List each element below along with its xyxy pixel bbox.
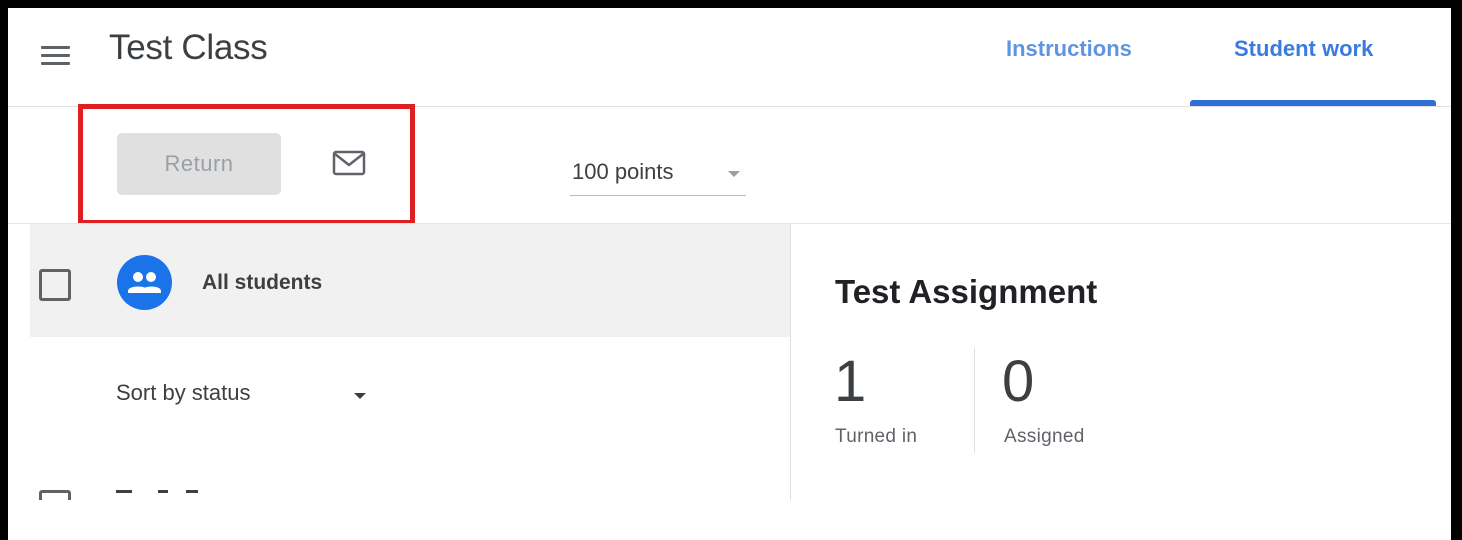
stat-divider xyxy=(974,348,975,453)
turned-in-count[interactable]: 1 xyxy=(834,348,866,415)
mail-icon xyxy=(332,150,366,176)
bottom-crop-edge xyxy=(8,500,1451,540)
header-divider xyxy=(8,106,1451,107)
all-students-row[interactable]: All students xyxy=(30,224,790,337)
hamburger-icon xyxy=(41,62,70,65)
classroom-window: Test Class Instructions Student work Ret… xyxy=(8,8,1451,540)
points-dropdown[interactable]: 100 points xyxy=(570,153,746,196)
tab-student-work[interactable]: Student work xyxy=(1234,36,1373,62)
hamburger-icon xyxy=(41,46,70,49)
email-students-button[interactable] xyxy=(328,147,372,181)
chevron-down-icon xyxy=(354,393,366,399)
top-app-bar: Test Class Instructions Student work xyxy=(8,8,1451,108)
class-title[interactable]: Test Class xyxy=(109,28,268,68)
points-value: 100 points xyxy=(572,159,674,184)
assigned-count[interactable]: 0 xyxy=(1002,348,1034,415)
sort-by-status-dropdown[interactable]: Sort by status xyxy=(116,368,376,408)
all-students-label: All students xyxy=(202,271,323,294)
return-button[interactable]: Return xyxy=(117,133,281,195)
hamburger-icon xyxy=(41,54,70,57)
dropdown-arrow-icon xyxy=(728,171,740,177)
assigned-label: Assigned xyxy=(1004,426,1085,447)
pane-divider xyxy=(790,224,791,504)
people-icon-glyph xyxy=(128,272,161,293)
tab-instructions[interactable]: Instructions xyxy=(1006,36,1132,62)
people-icon xyxy=(117,255,172,310)
all-students-checkbox[interactable] xyxy=(39,269,71,301)
main-menu-button[interactable] xyxy=(38,40,78,72)
turned-in-label: Turned in xyxy=(835,426,918,447)
sort-label: Sort by status xyxy=(116,380,251,405)
assignment-title: Test Assignment xyxy=(835,273,1098,310)
